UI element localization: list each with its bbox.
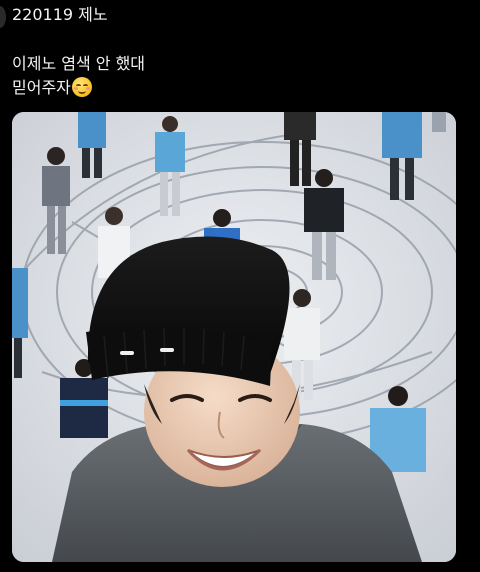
post-text-line-2-text: 믿어주자 xyxy=(12,78,71,97)
post-text: 이제노 염색 안 했대 믿어주자 xyxy=(12,52,452,100)
smiling-face-icon xyxy=(71,77,92,97)
post-username[interactable]: 220119 제노 xyxy=(12,4,108,26)
post-text-line-2: 믿어주자 xyxy=(12,76,452,100)
beanie-pin-right xyxy=(160,348,174,352)
avatar[interactable] xyxy=(0,6,6,28)
post-text-line-1: 이제노 염색 안 했대 xyxy=(12,54,146,73)
post-header: 220119 제노 xyxy=(0,0,480,40)
beanie-pin-left xyxy=(120,351,134,355)
post-media-image[interactable] xyxy=(12,112,456,562)
media-photo xyxy=(12,112,456,562)
